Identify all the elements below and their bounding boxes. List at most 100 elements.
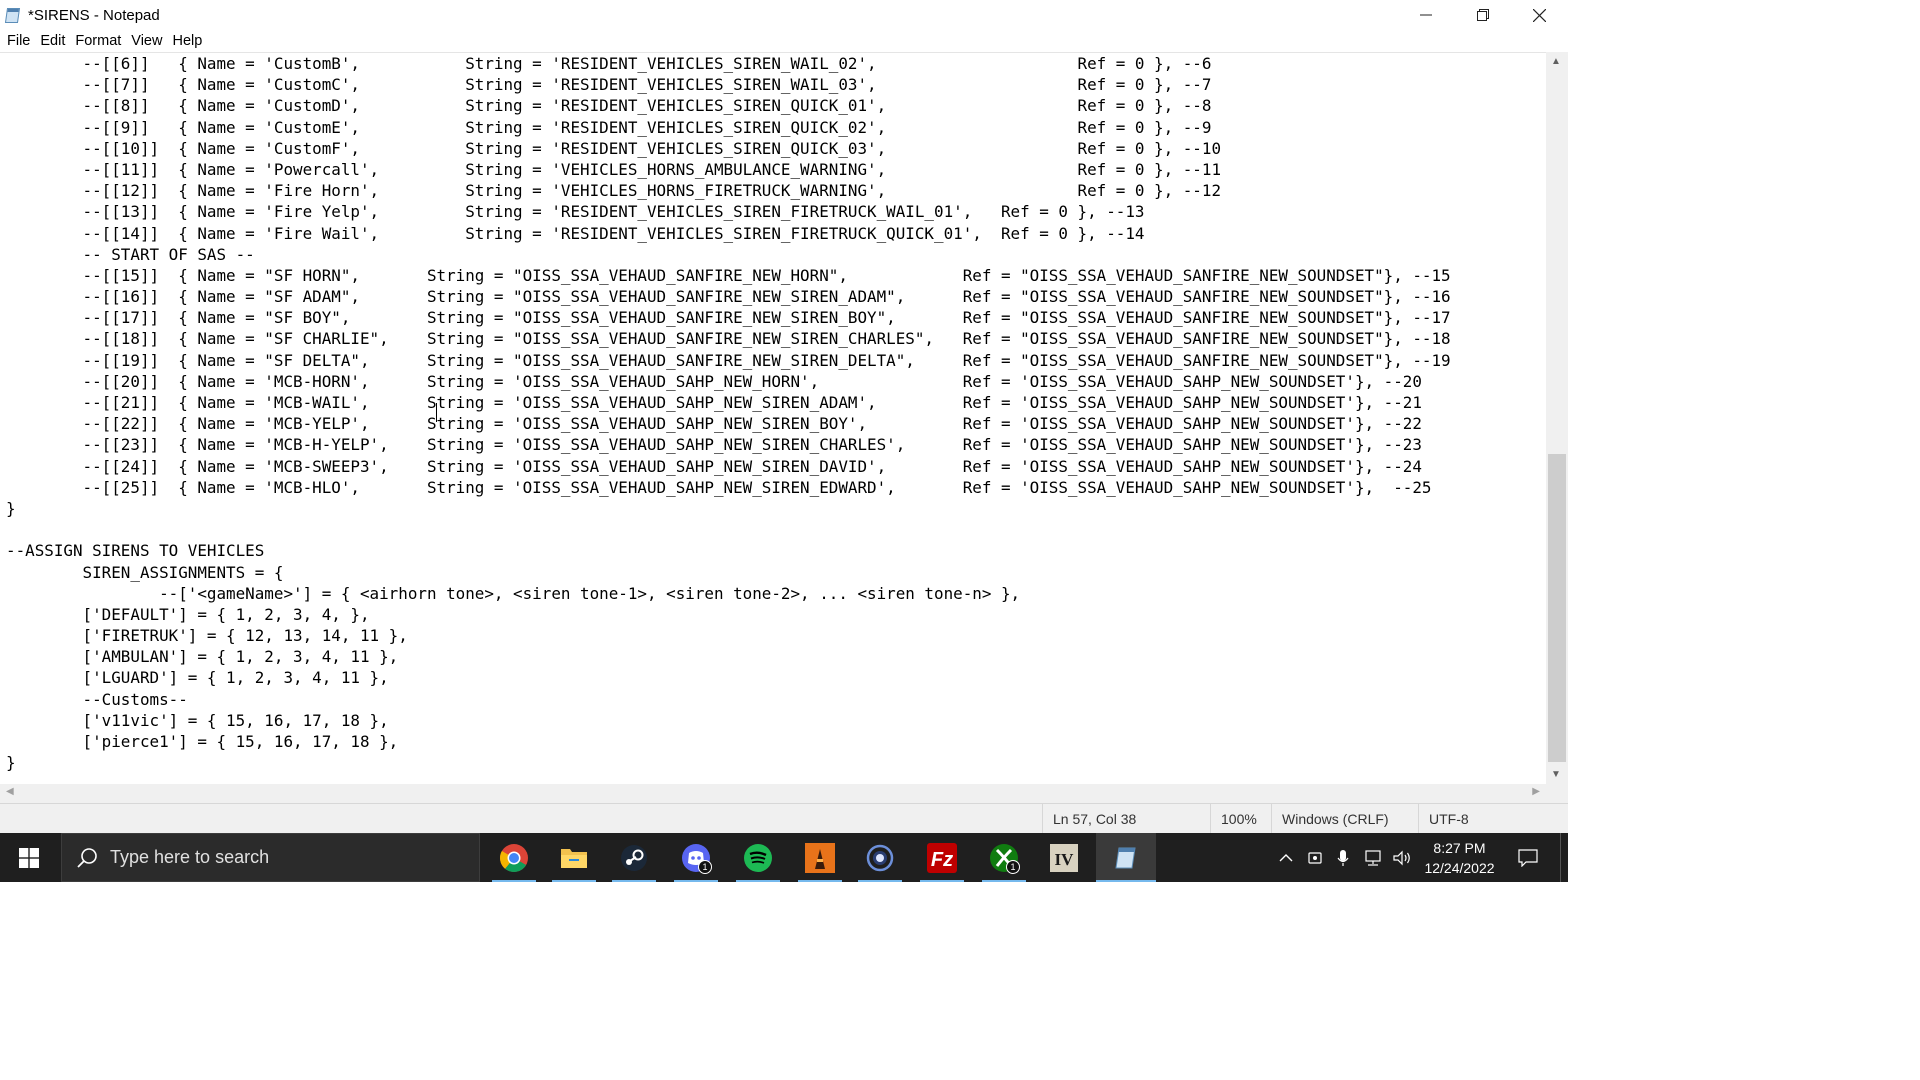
filezilla-icon: Fz	[927, 842, 957, 873]
scroll-left-icon[interactable]: ◀	[6, 786, 14, 797]
game-launcher-icon	[805, 842, 835, 873]
tray-network[interactable]	[1360, 833, 1386, 882]
code-line[interactable]: SIREN_ASSIGNMENTS = {	[6, 562, 1546, 583]
restore-button[interactable]	[1454, 0, 1511, 30]
code-line[interactable]: --[[20]] { Name = 'MCB-HORN', String = '…	[6, 371, 1546, 392]
code-line[interactable]: --[[24]] { Name = 'MCB-SWEEP3', String =…	[6, 456, 1546, 477]
close-button[interactable]	[1511, 0, 1568, 30]
taskbar: Type here to search 1 Fz 1 IV 8:27 PM 12…	[0, 833, 1568, 882]
minimize-icon	[1419, 14, 1432, 16]
code-line[interactable]: ['DEFAULT'] = { 1, 2, 3, 4, },	[6, 604, 1546, 625]
scroll-right-icon[interactable]: ▶	[1532, 786, 1540, 797]
code-line[interactable]: --[[25]] { Name = 'MCB-HLO', String = 'O…	[6, 477, 1546, 498]
editor-content[interactable]: --[[6]] { Name = 'CustomB', String = 'RE…	[0, 53, 1546, 773]
menu-help[interactable]: Help	[167, 33, 207, 49]
notification-center[interactable]	[1512, 833, 1544, 882]
code-line[interactable]: ['AMBULAN'] = { 1, 2, 3, 4, 11 },	[6, 646, 1546, 667]
code-line[interactable]: }	[6, 498, 1546, 519]
menu-view[interactable]: View	[126, 33, 167, 49]
xbox-badge: 1	[1006, 860, 1020, 874]
spotify-icon	[744, 843, 772, 872]
code-line[interactable]: --Customs--	[6, 689, 1546, 710]
text-editor[interactable]: --[[6]] { Name = 'CustomB', String = 'RE…	[0, 52, 1546, 784]
code-line[interactable]: --[[9]] { Name = 'CustomE', String = 'RE…	[6, 117, 1546, 138]
tray-microphone[interactable]	[1331, 833, 1355, 882]
tray-meet[interactable]	[1303, 833, 1327, 882]
taskbar-steam[interactable]	[604, 833, 664, 882]
windows-logo-icon	[19, 847, 39, 868]
notification-icon	[1518, 848, 1538, 867]
taskbar-search[interactable]: Type here to search	[61, 833, 480, 882]
line-endings: Windows (CRLF)	[1271, 804, 1418, 834]
code-line[interactable]: --[[13]] { Name = 'Fire Yelp', String = …	[6, 201, 1546, 222]
cursor-position: Ln 57, Col 38	[1042, 804, 1210, 834]
network-icon	[1365, 849, 1381, 866]
code-line[interactable]: --[[17]] { Name = "SF BOY", String = "OI…	[6, 307, 1546, 328]
code-line[interactable]: --[[16]] { Name = "SF ADAM", String = "O…	[6, 286, 1546, 307]
code-line[interactable]: --[[22]] { Name = 'MCB-YELP', String = '…	[6, 413, 1546, 434]
search-icon	[77, 847, 97, 868]
minimize-button[interactable]	[1397, 0, 1454, 30]
show-desktop[interactable]	[1560, 833, 1568, 882]
steam-icon	[621, 844, 647, 871]
code-line[interactable]: --[[12]] { Name = 'Fire Horn', String = …	[6, 180, 1546, 201]
discord-badge: 1	[698, 860, 712, 874]
circle-app-icon	[866, 844, 894, 871]
start-button[interactable]	[0, 833, 58, 882]
code-line[interactable]: -- START OF SAS --	[6, 244, 1546, 265]
menu-edit[interactable]: Edit	[35, 33, 70, 49]
code-line[interactable]: --[[21]] { Name = 'MCB-WAIL', String = '…	[6, 392, 1546, 413]
taskbar-discord[interactable]: 1	[666, 833, 726, 882]
scroll-up-icon[interactable]: ▲	[1551, 56, 1561, 67]
close-icon	[1533, 8, 1546, 22]
taskbar-circle-app[interactable]	[850, 833, 910, 882]
code-line[interactable]: }	[6, 752, 1546, 773]
menu-bar: File Edit Format View Help	[0, 30, 1568, 52]
code-line[interactable]: --[[11]] { Name = 'Powercall', String = …	[6, 159, 1546, 180]
vertical-scroll-thumb[interactable]	[1548, 454, 1566, 762]
title-bar[interactable]: *SIRENS - Notepad	[0, 0, 1568, 30]
restore-icon	[1476, 9, 1489, 21]
taskbar-clock[interactable]: 8:27 PM 12/24/2022	[1412, 833, 1507, 882]
taskbar-openiv[interactable]: IV	[1034, 833, 1094, 882]
vertical-scrollbar[interactable]: ▲ ▼	[1546, 52, 1568, 784]
code-line[interactable]: ['pierce1'] = { 15, 16, 17, 18 },	[6, 731, 1546, 752]
code-line[interactable]: --ASSIGN SIRENS TO VEHICLES	[6, 540, 1546, 561]
tray-volume[interactable]	[1390, 833, 1414, 882]
code-line[interactable]: ['LGUARD'] = { 1, 2, 3, 4, 11 },	[6, 667, 1546, 688]
code-line[interactable]: --[[7]] { Name = 'CustomC', String = 'RE…	[6, 74, 1546, 95]
menu-format[interactable]: Format	[70, 33, 126, 49]
code-line[interactable]: ['FIRETRUK'] = { 12, 13, 14, 11 },	[6, 625, 1546, 646]
menu-file[interactable]: File	[2, 33, 35, 49]
taskbar-spotify[interactable]	[728, 833, 788, 882]
taskbar-file-explorer[interactable]	[544, 833, 604, 882]
code-line[interactable]: --[[10]] { Name = 'CustomF', String = 'R…	[6, 138, 1546, 159]
code-line[interactable]: --[[15]] { Name = "SF HORN", String = "O…	[6, 265, 1546, 286]
horizontal-scrollbar[interactable]: ◀ ▶	[0, 784, 1546, 803]
window-controls	[1397, 0, 1568, 30]
taskbar-chrome[interactable]	[484, 833, 544, 882]
code-line[interactable]: --[[23]] { Name = 'MCB-H-YELP', String =…	[6, 434, 1546, 455]
code-line[interactable]: ['v11vic'] = { 15, 16, 17, 18 },	[6, 710, 1546, 731]
code-line[interactable]: --[[8]] { Name = 'CustomD', String = 'RE…	[6, 95, 1546, 116]
tray-overflow[interactable]	[1274, 833, 1298, 882]
svg-text:Fz: Fz	[931, 849, 953, 871]
code-line[interactable]: --['<gameName>'] = { <airhorn tone>, <si…	[6, 583, 1546, 604]
code-line[interactable]: --[[18]] { Name = "SF CHARLIE", String =…	[6, 328, 1546, 349]
taskbar-notepad[interactable]	[1096, 833, 1156, 882]
volume-icon	[1393, 850, 1410, 865]
code-line[interactable]: --[[6]] { Name = 'CustomB', String = 'RE…	[6, 53, 1546, 74]
clock-date: 12/24/2022	[1424, 859, 1495, 876]
taskbar-game-launcher[interactable]	[790, 833, 850, 882]
scroll-down-icon[interactable]: ▼	[1551, 769, 1561, 780]
notepad-icon	[4, 6, 22, 24]
code-line[interactable]: --[[14]] { Name = 'Fire Wail', String = …	[6, 223, 1546, 244]
svg-text:IV: IV	[1055, 850, 1075, 869]
chrome-icon	[500, 843, 528, 872]
text-caret	[436, 403, 437, 422]
code-line[interactable]	[6, 519, 1546, 540]
encoding: UTF-8	[1418, 804, 1568, 834]
taskbar-filezilla[interactable]: Fz	[912, 833, 972, 882]
taskbar-xbox[interactable]: 1	[974, 833, 1034, 882]
code-line[interactable]: --[[19]] { Name = "SF DELTA", String = "…	[6, 350, 1546, 371]
